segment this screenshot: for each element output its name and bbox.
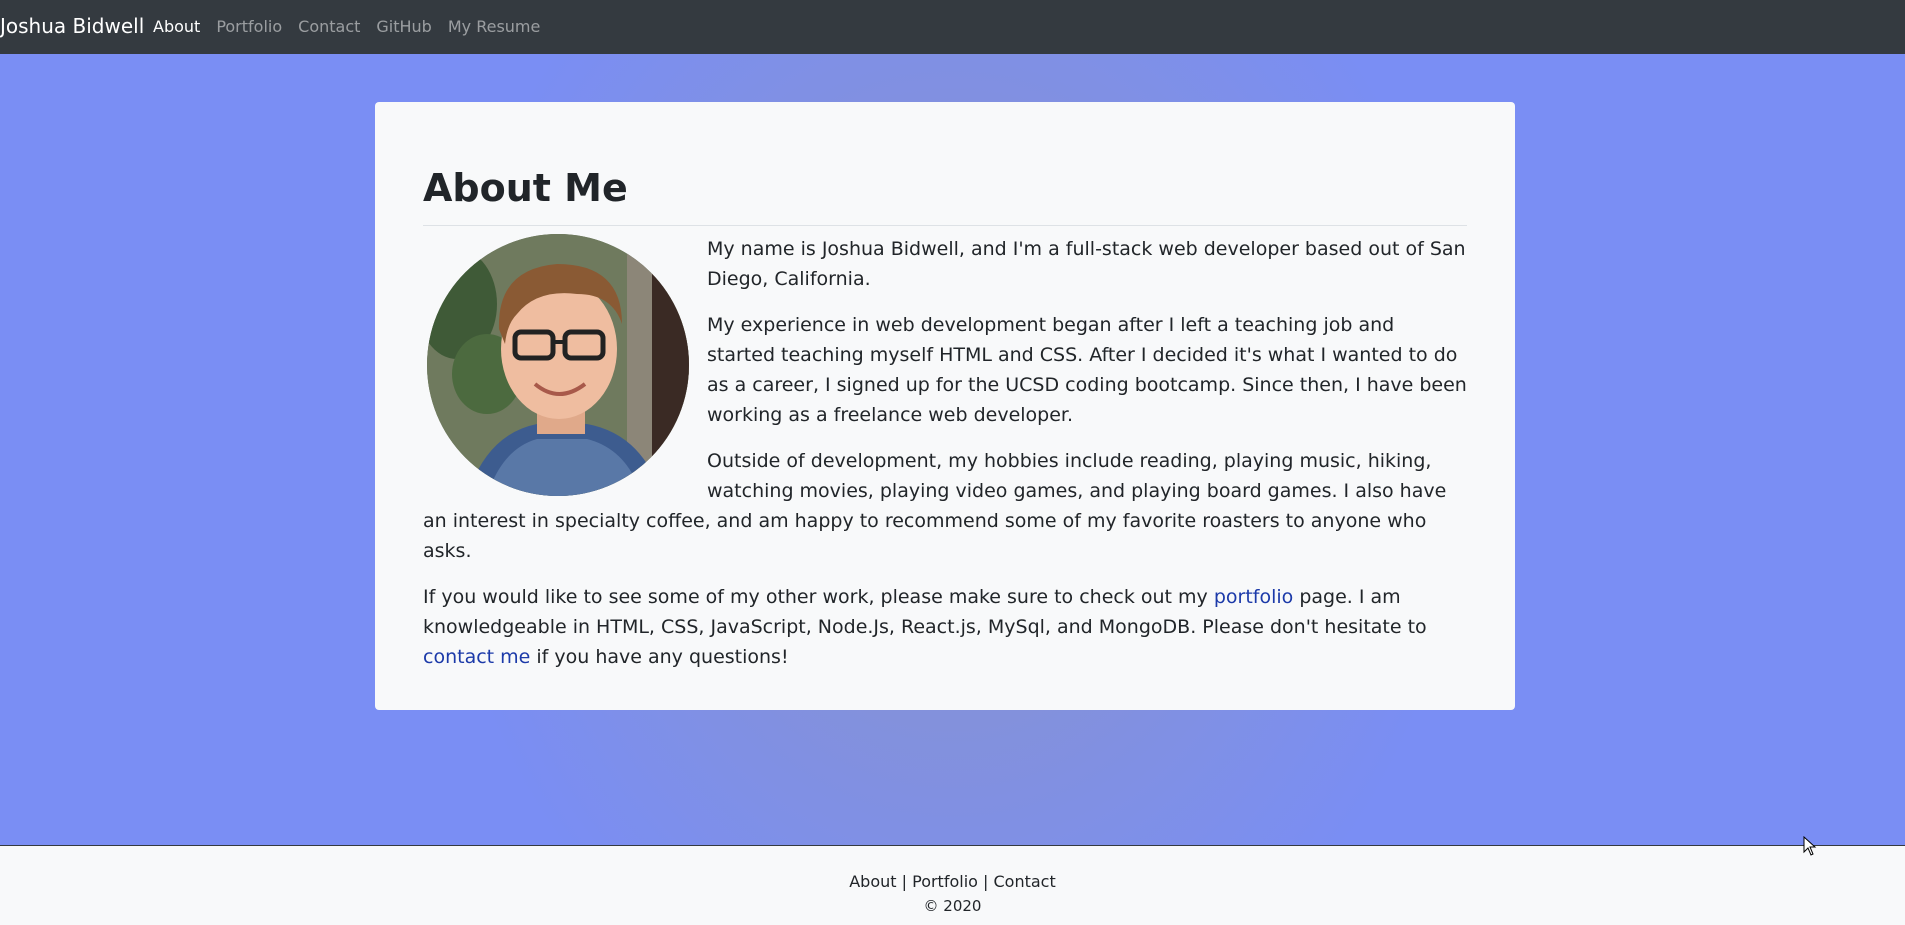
nav-contact-link[interactable]: Contact <box>298 17 360 36</box>
nav-resume-link[interactable]: My Resume <box>448 17 541 36</box>
nav-github-link[interactable]: GitHub <box>376 17 431 36</box>
portfolio-inline-link[interactable]: portfolio <box>1214 586 1293 608</box>
footer-links: About | Portfolio | Contact <box>0 872 1905 892</box>
footer-separator: | <box>896 872 913 891</box>
footer-about-link[interactable]: About <box>849 872 896 891</box>
nav-about-link[interactable]: About <box>153 17 200 36</box>
nav-portfolio-link[interactable]: Portfolio <box>216 17 282 36</box>
work-paragraph: If you would like to see some of my othe… <box>423 582 1467 672</box>
avatar <box>427 233 689 496</box>
brand-link[interactable]: Joshua Bidwell <box>0 14 144 38</box>
footer-contact-link[interactable]: Contact <box>994 872 1056 891</box>
mouse-cursor-icon <box>1803 836 1817 856</box>
about-card: About Me My name is Joshua Bidwell, and … <box>375 102 1515 710</box>
top-navbar: Joshua Bidwell About Portfolio Contact G… <box>0 0 1905 54</box>
about-content: My name is Joshua Bidwell, and I'm a ful… <box>423 233 1467 672</box>
work-text-3: if you have any questions! <box>530 645 789 668</box>
footer: About | Portfolio | Contact © 2020 <box>0 845 1905 925</box>
avatar-portrait-image <box>427 233 689 496</box>
footer-separator: | <box>977 872 994 891</box>
copyright-text: © 2020 <box>923 897 982 915</box>
footer-portfolio-link[interactable]: Portfolio <box>912 872 978 891</box>
nav-links: About Portfolio Contact GitHub My Resume <box>153 17 556 36</box>
page-title: About Me <box>423 166 1467 226</box>
work-text-1: If you would like to see some of my othe… <box>423 585 1214 608</box>
contact-inline-link[interactable]: contact me <box>423 646 530 668</box>
